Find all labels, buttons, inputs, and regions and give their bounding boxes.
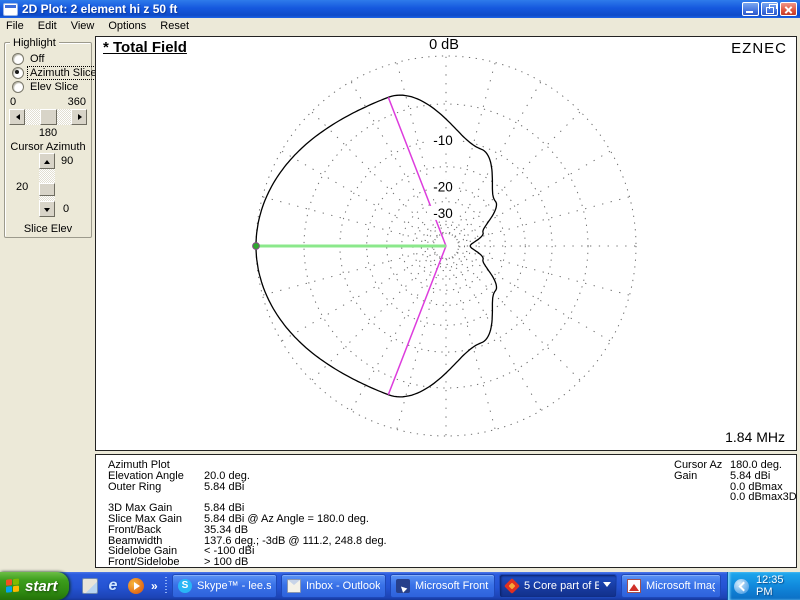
- minimize-icon: [746, 11, 753, 13]
- elev-caption: Slice Elev: [23, 223, 73, 235]
- info-left-block: Azimuth Plot Elevation Angle 20.0 deg. Ou…: [108, 460, 387, 568]
- highlight-groupbox: Highlight Off Azimuth Slice Elev Slice 0…: [4, 37, 100, 238]
- minimize-button[interactable]: [742, 2, 759, 16]
- azimuth-scroll-left-button[interactable]: [9, 109, 25, 125]
- info-row: Front/Back 35.34 dB: [108, 523, 249, 536]
- svg-text:-30: -30: [433, 206, 453, 221]
- plot-panel: 0 dB -10 -20 -30 * Total Field EZNEC 1.84 M…: [95, 36, 797, 451]
- system-tray: 12:35 PM: [727, 572, 800, 600]
- arrow-left-icon: [13, 114, 20, 120]
- screen: 2D Plot: 2 element hi z 50 ft File Edit …: [0, 0, 800, 600]
- elev-value: 20: [16, 181, 29, 193]
- info-row: Elevation Angle 20.0 deg.: [108, 469, 250, 482]
- taskbar-button-outlook[interactable]: Inbox - Outlook E...: [281, 574, 386, 598]
- frequency-label: 1.84 MHz: [725, 429, 785, 445]
- start-button[interactable]: start: [0, 572, 69, 600]
- restore-button[interactable]: [761, 2, 778, 16]
- menu-item-file[interactable]: File: [0, 19, 32, 33]
- elev-scroll-up-button[interactable]: [39, 153, 55, 169]
- polar-plot[interactable]: 0 dB -10 -20 -30: [96, 37, 796, 450]
- menu-item-reset[interactable]: Reset: [154, 19, 197, 33]
- document-icon: [504, 578, 520, 594]
- elev-scroll-down-button[interactable]: [39, 201, 55, 217]
- taskbar-separator: [164, 577, 167, 595]
- radio-off-indicator[interactable]: [12, 53, 24, 65]
- menu-item-edit[interactable]: Edit: [32, 19, 65, 33]
- restore-icon: [766, 4, 777, 14]
- taskbar-button-image-composer[interactable]: Microsoft Image C...: [621, 574, 721, 598]
- skype-icon: S: [178, 579, 192, 593]
- window-icon: [3, 2, 18, 16]
- frontpage-icon: [396, 579, 410, 593]
- elev-scrollbar-thumb[interactable]: [39, 183, 55, 196]
- taskbar-clock: 12:35 PM: [756, 574, 784, 598]
- elev-min-label: 0: [63, 203, 70, 215]
- elev-scrollbar[interactable]: [39, 153, 55, 217]
- quick-launch-overflow-chevron[interactable]: »: [151, 579, 158, 593]
- svg-text:0 dB: 0 dB: [429, 37, 459, 53]
- info-row: 0.0 dBmax3D: [730, 491, 797, 504]
- azimuth-scroll-right-button[interactable]: [71, 109, 87, 125]
- hide-icons-chevron-icon[interactable]: [734, 578, 749, 594]
- taskbar-group-arrow-icon[interactable]: [603, 581, 611, 591]
- taskbar-button-frontpage[interactable]: Microsoft FrontPa...: [390, 574, 495, 598]
- info-right-block: Cursor Az 180.0 deg. Gain 5.84 dBi 0.0 dBm…: [674, 460, 797, 503]
- highlight-title: Highlight: [10, 37, 59, 49]
- show-desktop-icon[interactable]: [82, 578, 98, 594]
- svg-text:-10: -10: [433, 133, 453, 148]
- azimuth-max-label: 360: [67, 96, 86, 108]
- info-row: Gain 5.84 dBi: [674, 469, 771, 482]
- info-row: Outer Ring 5.84 dBi: [108, 480, 245, 493]
- info-row: Front/Sidelobe > 100 dB: [108, 556, 249, 569]
- radio-azimuth-indicator[interactable]: [12, 67, 24, 79]
- titlebar[interactable]: 2D Plot: 2 element hi z 50 ft: [0, 0, 800, 18]
- radio-azimuth-slice[interactable]: Azimuth Slice: [12, 66, 100, 80]
- taskbar-button-skype[interactable]: S Skype™ - lee.stra...: [172, 574, 277, 598]
- arrow-right-icon: [78, 114, 85, 120]
- taskbar-button-5-core[interactable]: 5 Core part of E...: [499, 574, 617, 598]
- elev-max-label: 90: [61, 155, 74, 167]
- outlook-express-icon: [287, 579, 301, 593]
- svg-text:-20: -20: [433, 180, 453, 195]
- quick-launch: e »: [74, 572, 168, 600]
- windows-flag-icon: [6, 578, 21, 593]
- azimuth-caption: Cursor Azimuth: [10, 141, 86, 153]
- plot-field-label: * Total Field: [103, 39, 187, 56]
- azimuth-scrollbar[interactable]: [9, 109, 87, 125]
- menubar: File Edit View Options Reset: [0, 18, 800, 34]
- menu-item-view[interactable]: View: [65, 19, 103, 33]
- image-composer-icon: [627, 579, 641, 593]
- eznec-logo: EZNEC: [731, 40, 787, 57]
- radio-off[interactable]: Off: [12, 53, 46, 65]
- info-panel: Azimuth Plot Elevation Angle 20.0 deg. Ou…: [95, 454, 797, 568]
- radio-elev-slice[interactable]: Elev Slice: [12, 81, 80, 93]
- window-title: 2D Plot: 2 element hi z 50 ft: [22, 2, 178, 16]
- close-button[interactable]: [780, 2, 797, 16]
- start-label: start: [25, 577, 58, 595]
- menu-item-options[interactable]: Options: [102, 19, 154, 33]
- azimuth-min-label: 0: [10, 96, 17, 108]
- azimuth-value: 180: [38, 127, 58, 139]
- taskbar: start e » S Skype™ - lee.stra... Inbox -…: [0, 572, 800, 600]
- azimuth-scrollbar-thumb[interactable]: [40, 109, 57, 125]
- arrow-up-icon: [44, 157, 50, 164]
- arrow-down-icon: [44, 208, 50, 215]
- media-player-icon[interactable]: [128, 578, 144, 594]
- internet-explorer-icon[interactable]: e: [105, 578, 121, 594]
- radio-elev-indicator[interactable]: [12, 81, 24, 93]
